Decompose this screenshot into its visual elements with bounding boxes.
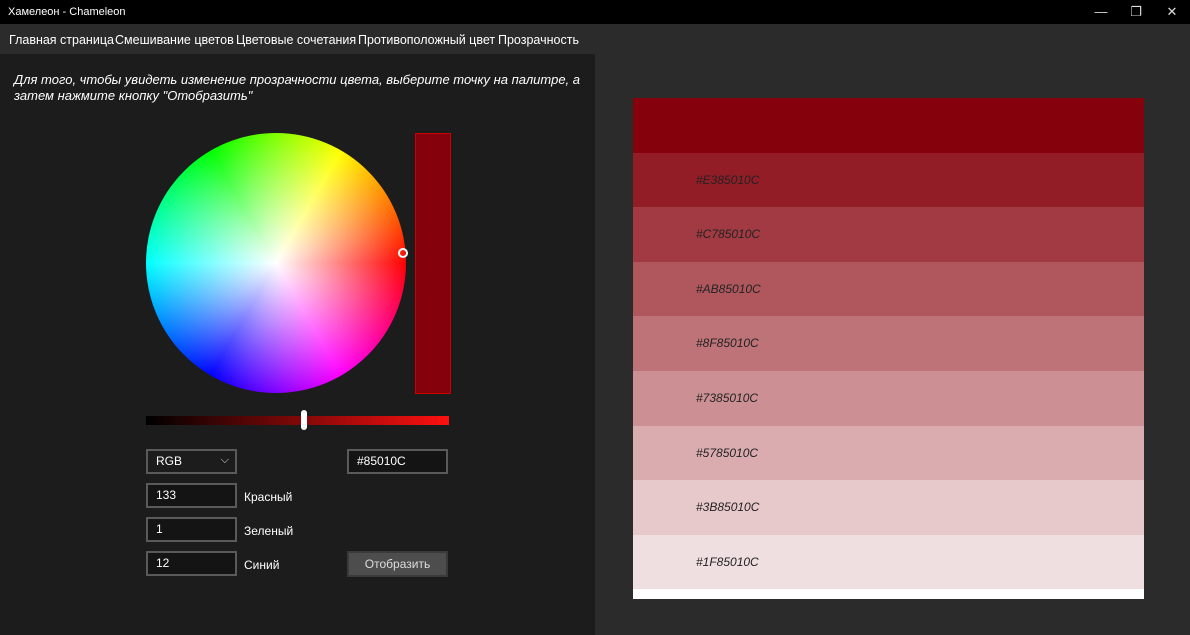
tab-opposite-color[interactable]: Противоположный цвет <box>358 33 495 47</box>
palette-band <box>633 98 1144 153</box>
palette-band-label: #AB85010C <box>696 281 761 296</box>
minimize-button[interactable]: — <box>1084 0 1118 24</box>
selected-color-swatch <box>415 133 451 394</box>
green-input[interactable]: 1 <box>146 517 237 542</box>
alpha-slider-track[interactable] <box>146 416 449 425</box>
blue-input[interactable]: 12 <box>146 551 237 576</box>
window-title: Хамелеон - Chameleon <box>8 6 126 18</box>
tab-bar: Главная страница Смешивание цветов Цвето… <box>0 24 1190 56</box>
tab-transparency[interactable]: Прозрачность <box>498 33 579 56</box>
palette-band: #5785010C <box>633 425 1144 481</box>
wheel-selection-marker[interactable] <box>398 248 408 258</box>
palette-band-label: #C785010C <box>696 227 761 242</box>
palette-band: #E385010C <box>633 152 1144 208</box>
hex-input[interactable]: #85010C <box>347 449 448 474</box>
red-label: Красный <box>244 490 293 504</box>
palette-band: #8F85010C <box>633 316 1144 371</box>
maximize-button[interactable]: ❐ <box>1119 0 1153 24</box>
tab-home[interactable]: Главная страница <box>9 33 114 47</box>
tab-color-combinations[interactable]: Цветовые сочетания <box>236 33 356 47</box>
palette-band-label: #8F85010C <box>696 336 759 351</box>
palette-band-label: #E385010C <box>696 172 760 187</box>
close-button[interactable]: ✕ <box>1155 0 1189 24</box>
transparency-palette: #E385010C #C785010C #AB85010C #8F85010C … <box>633 98 1144 599</box>
color-wheel[interactable] <box>146 133 406 393</box>
blue-label: Синий <box>244 558 280 572</box>
chevron-down-icon: ⌵ <box>220 454 229 466</box>
palette-band-label: #3B85010C <box>696 500 760 515</box>
palette-band-label: #7385010C <box>696 391 759 405</box>
palette-band: #7385010C <box>633 371 1144 426</box>
tab-transparency-label: Прозрачность <box>498 33 579 47</box>
color-mode-value: RGB <box>156 454 183 468</box>
green-label: Зеленый <box>244 524 294 538</box>
show-button[interactable]: Отобразить <box>347 551 448 577</box>
palette-band: #1F85010C <box>633 534 1144 590</box>
alpha-slider-thumb[interactable] <box>300 410 307 430</box>
palette-band: #AB85010C <box>633 261 1144 317</box>
palette-band: #3B85010C <box>633 480 1144 535</box>
red-input[interactable]: 133 <box>146 483 237 508</box>
palette-band: #C785010C <box>633 207 1144 262</box>
title-bar: Хамелеон - Chameleon — ❐ ✕ <box>0 0 1190 24</box>
palette-band-label: #5785010C <box>696 445 759 460</box>
palette-band-label: #1F85010C <box>696 554 759 569</box>
tab-color-mixing[interactable]: Смешивание цветов <box>115 33 234 47</box>
instruction-text: Для того, чтобы увидеть изменение прозра… <box>14 72 581 103</box>
color-mode-select[interactable]: RGB ⌵ <box>146 449 237 474</box>
